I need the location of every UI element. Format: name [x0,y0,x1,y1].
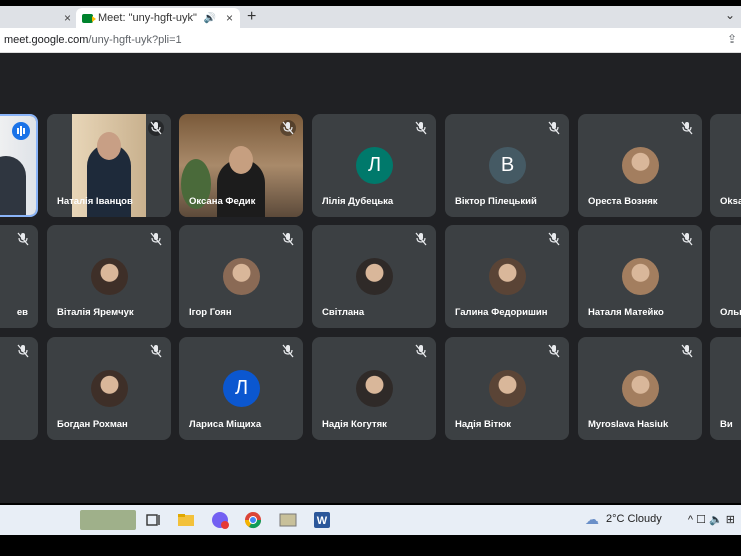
participant-tile[interactable]: В Віктор Пілецький [445,114,569,217]
tab-previous[interactable]: × [0,8,75,28]
participant-name: Наталя Матейко [588,307,664,318]
participant-tile[interactable]: Наталія Іванцов [47,114,171,217]
new-tab-button[interactable]: + [247,8,256,26]
tab-title: Meet: "uny-hgft-uyk" [98,12,197,24]
participant-tile[interactable]: Ольг [710,225,741,328]
participant-name: Богдан Рохман [57,419,128,430]
mic-muted-icon [546,343,562,359]
avatar [489,258,526,295]
participant-tile[interactable]: Л Лариса Міщиха [179,337,303,440]
mic-muted-icon [413,231,429,247]
mic-muted-icon [413,343,429,359]
avatar: Л [356,147,393,184]
mic-muted-icon [413,120,429,136]
mic-muted-icon [679,120,695,136]
mic-muted-icon [679,231,695,247]
participant-name: Надія Вітюк [455,419,512,430]
participant-name: Oksa [720,196,741,207]
participant-name: Віталія Яремчук [57,307,134,318]
participant-name: Ігор Гоян [189,307,232,318]
participant-tile[interactable]: Богдан Рохман [47,337,171,440]
avatar [91,370,128,407]
viber-icon[interactable] [210,510,230,530]
participant-tile[interactable]: Віталія Яремчук [47,225,171,328]
share-icon[interactable]: ⇪ [727,32,737,46]
participant-name: ев [16,307,28,318]
participant-tile[interactable]: ев [0,225,38,328]
mic-muted-icon [280,120,296,136]
participant-name: Віктор Пілецький [455,196,537,207]
participant-tile[interactable]: Надія Когутяк [312,337,436,440]
mic-muted-icon [15,343,31,359]
svg-text:W: W [317,515,328,527]
participant-tile[interactable]: Л Лілія Дубецька [312,114,436,217]
participant-tile[interactable]: Ви [710,337,741,440]
avatar [91,258,128,295]
avatar [622,258,659,295]
avatar [622,370,659,407]
participant-tile[interactable]: Оксана Федик [179,114,303,217]
participant-tile[interactable]: Ореста Возняк [578,114,702,217]
mic-muted-icon [280,343,296,359]
tab-search-icon[interactable]: ⌄ [725,8,735,22]
meet-logo-icon [82,13,96,23]
participant-tile[interactable]: Галина Федоришин [445,225,569,328]
file-explorer-icon[interactable] [176,510,196,530]
participant-name: Ольг [720,307,741,318]
mic-muted-icon [15,231,31,247]
mic-muted-icon [546,120,562,136]
participant-tile[interactable] [0,114,38,217]
participant-name: Галина Федоришин [455,307,548,318]
address-bar[interactable]: meet.google.com/uny-hgft-uyk?pli=1 ⇪ [0,28,741,53]
weather-text[interactable]: 2°C Cloudy [606,513,662,525]
avatar [223,258,260,295]
participant-name: Ви [720,419,733,430]
cloud-icon: ☁ [585,511,599,527]
participant-name: Ореста Возняк [588,196,658,207]
avatar: В [489,147,526,184]
participant-name: Оксана Федик [189,196,256,207]
mic-muted-icon [679,343,695,359]
participant-name: Лілія Дубецька [322,196,394,207]
participant-tile[interactable]: Світлана [312,225,436,328]
avatar [356,370,393,407]
participant-tile[interactable]: Надія Вітюк [445,337,569,440]
participant-tile[interactable] [0,337,38,440]
audio-playing-icon[interactable]: 🔊 [204,13,216,24]
screen-bezel [0,535,741,556]
mic-muted-icon [148,120,164,136]
participant-name: Наталія Іванцов [57,196,133,207]
speaking-indicator-icon [12,122,30,140]
mic-muted-icon [148,343,164,359]
mic-muted-icon [148,231,164,247]
word-icon[interactable]: W [312,510,332,530]
participant-tile[interactable]: Ігор Гоян [179,225,303,328]
tab-meet[interactable]: Meet: "uny-hgft-uyk" 🔊 × [76,8,240,28]
windows-taskbar: W ☁ 2°C Cloudy ^ ☐ 🔈 ⊞ [0,505,741,535]
participant-name: Надія Когутяк [322,419,387,430]
mic-muted-icon [546,231,562,247]
avatar [622,147,659,184]
participant-tile[interactable]: Myroslava Hasiuk [578,337,702,440]
avatar [356,258,393,295]
chrome-icon[interactable] [243,510,263,530]
task-view-icon[interactable] [143,510,163,530]
mic-muted-icon [280,231,296,247]
avatar [489,370,526,407]
tab-close-icon[interactable]: × [64,11,71,25]
participant-name: Світлана [322,307,365,318]
participant-name: Лариса Міщиха [189,419,262,430]
participant-tile[interactable]: Oksa [710,114,741,217]
tab-close-icon[interactable]: × [226,11,233,25]
system-tray[interactable]: ^ ☐ 🔈 ⊞ [688,513,735,526]
meet-grid: Наталія Іванцов Оксана Федик Л Лілія Дубець… [0,53,741,503]
participant-name: Myroslava Hasiuk [588,419,669,430]
participant-tile[interactable]: Наталя Матейко [578,225,702,328]
url-text[interactable]: meet.google.com/uny-hgft-uyk?pli=1 [4,34,182,46]
widgets-image-icon[interactable] [80,510,136,530]
photos-icon[interactable] [278,510,298,530]
avatar: Л [223,370,260,407]
browser-tab-bar: × Meet: "uny-hgft-uyk" 🔊 × + ⌄ [0,6,741,28]
